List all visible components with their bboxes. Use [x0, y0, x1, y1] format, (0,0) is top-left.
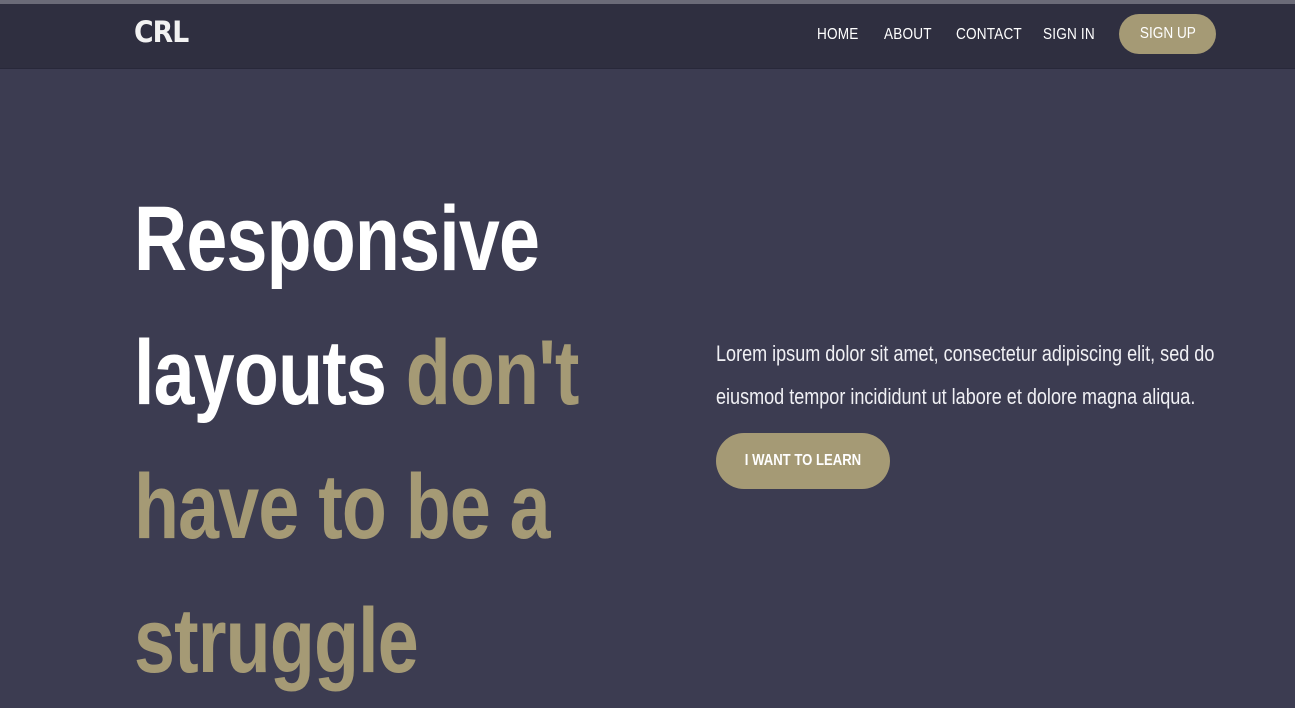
nav-link-about[interactable]: ABOUT	[884, 26, 932, 44]
logo[interactable]: CRL	[134, 15, 189, 49]
hero-description-line-1: Lorem ipsum dolor sit amet, consectetur …	[716, 341, 1215, 366]
nav-link-sign-in[interactable]: SIGN IN	[1043, 26, 1095, 44]
navbar: CRL HOME ABOUT CONTACT SIGN IN SIGN UP	[0, 4, 1295, 69]
headline-line-3: have to be a	[134, 456, 551, 558]
sign-up-label: SIGN UP	[1139, 25, 1196, 42]
hero-headline: Responsive layouts don't have to be a st…	[134, 172, 654, 708]
nav-link-home[interactable]: HOME	[817, 26, 858, 44]
headline-word-dont: don't	[405, 322, 580, 424]
learn-cta-button[interactable]: I WANT TO LEARN	[716, 433, 890, 489]
headline-word-layouts: layouts	[134, 322, 387, 424]
hero-description: Lorem ipsum dolor sit amet, consectetur …	[716, 332, 1236, 418]
hero-description-line-2: eiusmod tempor incididunt ut labore et d…	[716, 384, 1196, 409]
learn-cta-label: I WANT TO LEARN	[744, 452, 862, 469]
headline-line-1: Responsive	[134, 188, 540, 290]
headline-line-2: layouts don't	[134, 306, 579, 440]
sign-up-button[interactable]: SIGN UP	[1119, 14, 1216, 54]
nav-link-contact[interactable]: CONTACT	[956, 26, 1022, 44]
headline-line-4: struggle	[134, 590, 419, 692]
